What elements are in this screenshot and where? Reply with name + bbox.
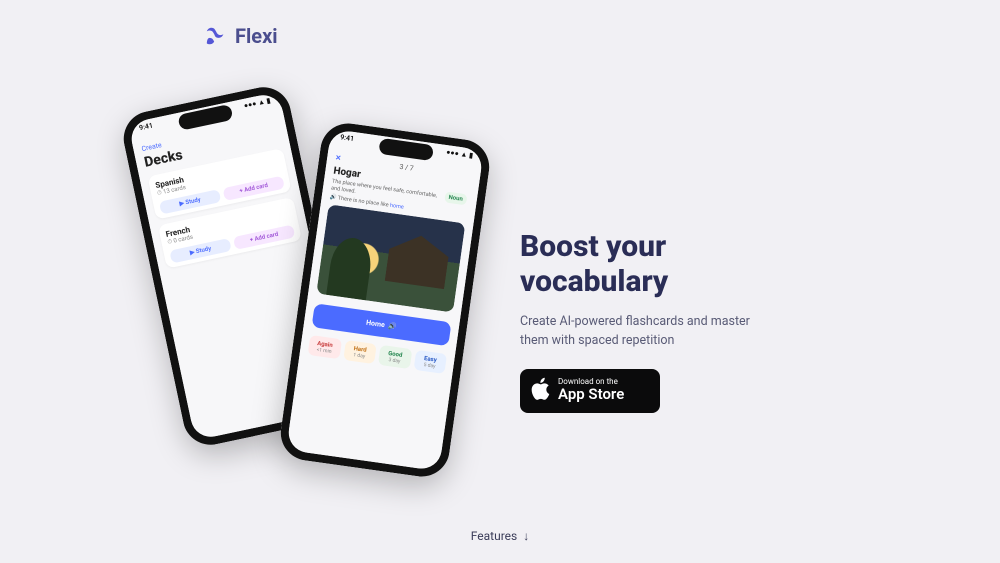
- deck-name: French: [165, 204, 290, 239]
- status-bar: 9:41 ●●● ▲ ▮: [121, 93, 289, 136]
- status-time: 9:41: [340, 133, 355, 143]
- phone-notch: [378, 138, 434, 161]
- status-bar: 9:41 ●●● ▲ ▮: [322, 131, 491, 163]
- answer-bar: Home 🔊: [311, 304, 451, 347]
- card-image: [316, 205, 465, 313]
- decks-title: Decks: [143, 126, 281, 170]
- deck-name: Spanish: [155, 155, 280, 190]
- deck-count: ⏱ 13 cards: [156, 164, 281, 198]
- deck-count: ⏱ 0 cards: [167, 213, 292, 247]
- features-link[interactable]: Features ↓: [471, 529, 529, 543]
- rate-hard: Hard1 day: [343, 340, 377, 364]
- hero: Boost your vocabulary Create AI-powered …: [520, 230, 820, 413]
- screen-decks: Create Decks Spanish ⏱ 13 cards ▶ Study …: [128, 92, 346, 441]
- hero-title: Boost your vocabulary: [520, 230, 820, 299]
- appstore-button[interactable]: Download on the App Store: [520, 369, 660, 413]
- arrow-down-icon: ↓: [523, 529, 529, 543]
- rate-good: Good3 day: [378, 345, 412, 369]
- rate-easy: Easy5 day: [413, 350, 447, 374]
- create-link: Create: [141, 117, 278, 154]
- study-button: ▶ Study: [159, 189, 221, 214]
- deck-card: Spanish ⏱ 13 cards ▶ Study + Add card: [147, 148, 291, 220]
- logo-text: Flexi: [235, 24, 278, 48]
- hero-phones: 9:41 ●●● ▲ ▮ Create Decks Spanish ⏱ 13 c…: [160, 90, 480, 490]
- phone-decks: 9:41 ●●● ▲ ▮ Create Decks Spanish ⏱ 13 c…: [119, 82, 356, 450]
- rating-row: Again<1 min Hard1 day Good3 day Easy5 da…: [308, 335, 447, 374]
- study-button: ▶ Study: [169, 238, 231, 263]
- phone-card: 9:41 ●●● ▲ ▮ ✕ 3 / 7 Hogar Noun The plac…: [277, 120, 493, 480]
- card-word: Hogar: [333, 166, 471, 196]
- deck-card: French ⏱ 0 cards ▶ Study + Add card: [158, 197, 302, 269]
- card-counter: 3 / 7: [399, 163, 414, 173]
- hero-subtitle: Create AI-powered flashcards and master …: [520, 313, 780, 351]
- rate-again: Again<1 min: [308, 335, 342, 359]
- card-example: 🔊 There is no place like home: [329, 195, 466, 220]
- features-label: Features: [471, 529, 517, 543]
- status-time: 9:41: [138, 122, 153, 133]
- screen-card: ✕ 3 / 7 Hogar Noun The place where you f…: [286, 129, 484, 471]
- apple-icon: [530, 377, 550, 405]
- status-icons: ●●● ▲ ▮: [243, 97, 271, 110]
- logo-icon: [205, 25, 227, 47]
- pos-chip: Noun: [444, 191, 468, 205]
- appstore-text: Download on the App Store: [558, 378, 624, 403]
- phone-notch: [177, 104, 233, 131]
- status-icons: ●●● ▲ ▮: [446, 148, 474, 160]
- add-card-button: + Add card: [223, 176, 285, 201]
- add-card-button: + Add card: [233, 225, 295, 250]
- site-header: Flexi: [205, 24, 278, 48]
- card-definition: The place where you feel safe, comfortab…: [330, 178, 469, 211]
- close-icon: ✕: [335, 154, 342, 163]
